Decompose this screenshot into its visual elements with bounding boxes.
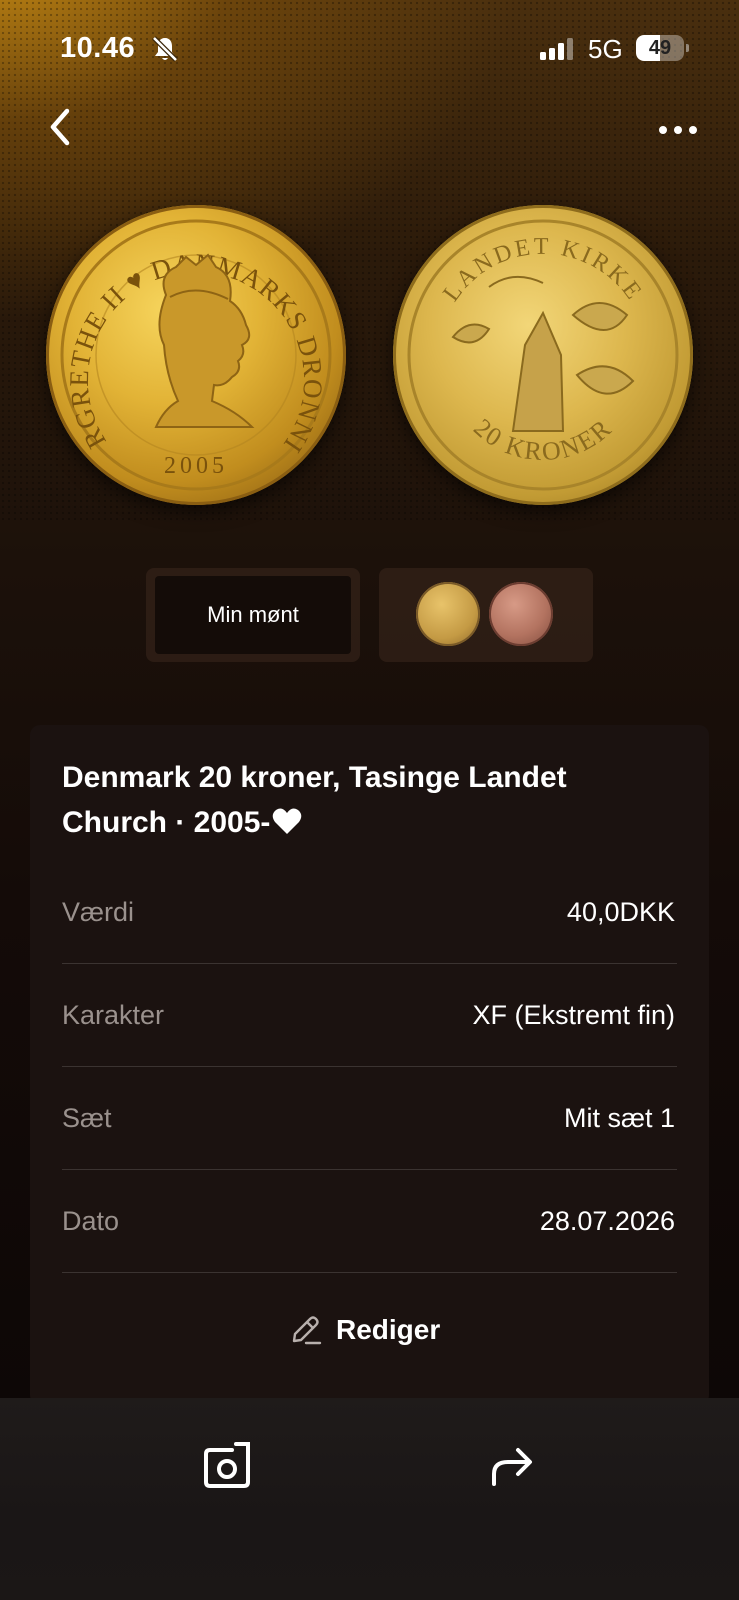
coin-obverse-year: 2005 xyxy=(164,453,228,479)
coin-title-text: Denmark 20 kroner, Tasinge Landet Church… xyxy=(62,761,567,839)
tab-my-coin-label: Min mønt xyxy=(155,576,351,654)
back-button[interactable] xyxy=(40,102,80,152)
svg-text:LANDET KIRKE: LANDET KIRKE xyxy=(438,234,647,307)
detail-row-grade: Karakter XF (Ekstremt fin) xyxy=(62,964,677,1067)
more-options-button[interactable] xyxy=(652,112,704,148)
coin-details-card: Denmark 20 kroner, Tasinge Landet Church… xyxy=(30,725,709,1405)
detail-row-set: Sæt Mit sæt 1 xyxy=(62,1067,677,1170)
status-time: 10.46 xyxy=(60,32,136,64)
status-bar: 10.46 5G 49 xyxy=(0,0,739,100)
heart-icon[interactable] xyxy=(272,803,302,848)
pencil-icon xyxy=(292,1316,322,1345)
detail-value: XF (Ekstremt fin) xyxy=(472,1000,675,1030)
coin-title: Denmark 20 kroner, Tasinge Landet Church… xyxy=(62,755,662,848)
coin-reverse-image[interactable]: LANDET KIRKE 20 KRONER xyxy=(393,205,693,505)
share-icon xyxy=(492,1448,532,1486)
edit-button[interactable]: Rediger xyxy=(288,1305,440,1355)
detail-row-value: Værdi 40,0DKK xyxy=(62,861,677,964)
camera-icon xyxy=(204,1442,250,1488)
battery-level: 49 xyxy=(648,37,672,59)
coin-reverse-legend: LANDET KIRKE xyxy=(438,234,644,307)
signal-icon xyxy=(540,38,578,60)
bell-muted-icon xyxy=(150,34,180,64)
detail-label: Sæt xyxy=(62,1103,112,1133)
detail-row-date: Dato 28.07.2026 xyxy=(62,1170,677,1273)
ellipsis-icon xyxy=(659,126,667,134)
coin-obverse-image[interactable]: MARGRETHE II ♥ DANMARKS DRONNING 2005 xyxy=(46,205,346,505)
tab-reference-coins[interactable] xyxy=(379,568,593,662)
reference-coin-thumbnail-obverse xyxy=(416,582,480,646)
detail-label: Værdi xyxy=(62,897,135,927)
network-type: 5G xyxy=(588,34,623,64)
chevron-left-icon xyxy=(50,108,70,146)
camera-button[interactable] xyxy=(202,1440,252,1490)
battery-icon: 49 xyxy=(636,35,689,63)
edit-label: Rediger xyxy=(336,1314,441,1345)
bottom-toolbar xyxy=(0,1398,739,1600)
detail-value: 40,0DKK xyxy=(566,897,675,927)
share-button[interactable] xyxy=(488,1442,536,1490)
tab-my-coin[interactable]: Min mønt xyxy=(146,568,360,662)
detail-value: Mit sæt 1 xyxy=(563,1103,675,1133)
detail-value: 28.07.2026 xyxy=(539,1206,675,1236)
detail-label: Dato xyxy=(62,1206,120,1236)
reference-coin-thumbnail-reverse xyxy=(489,582,553,646)
detail-label: Karakter xyxy=(62,1000,165,1030)
